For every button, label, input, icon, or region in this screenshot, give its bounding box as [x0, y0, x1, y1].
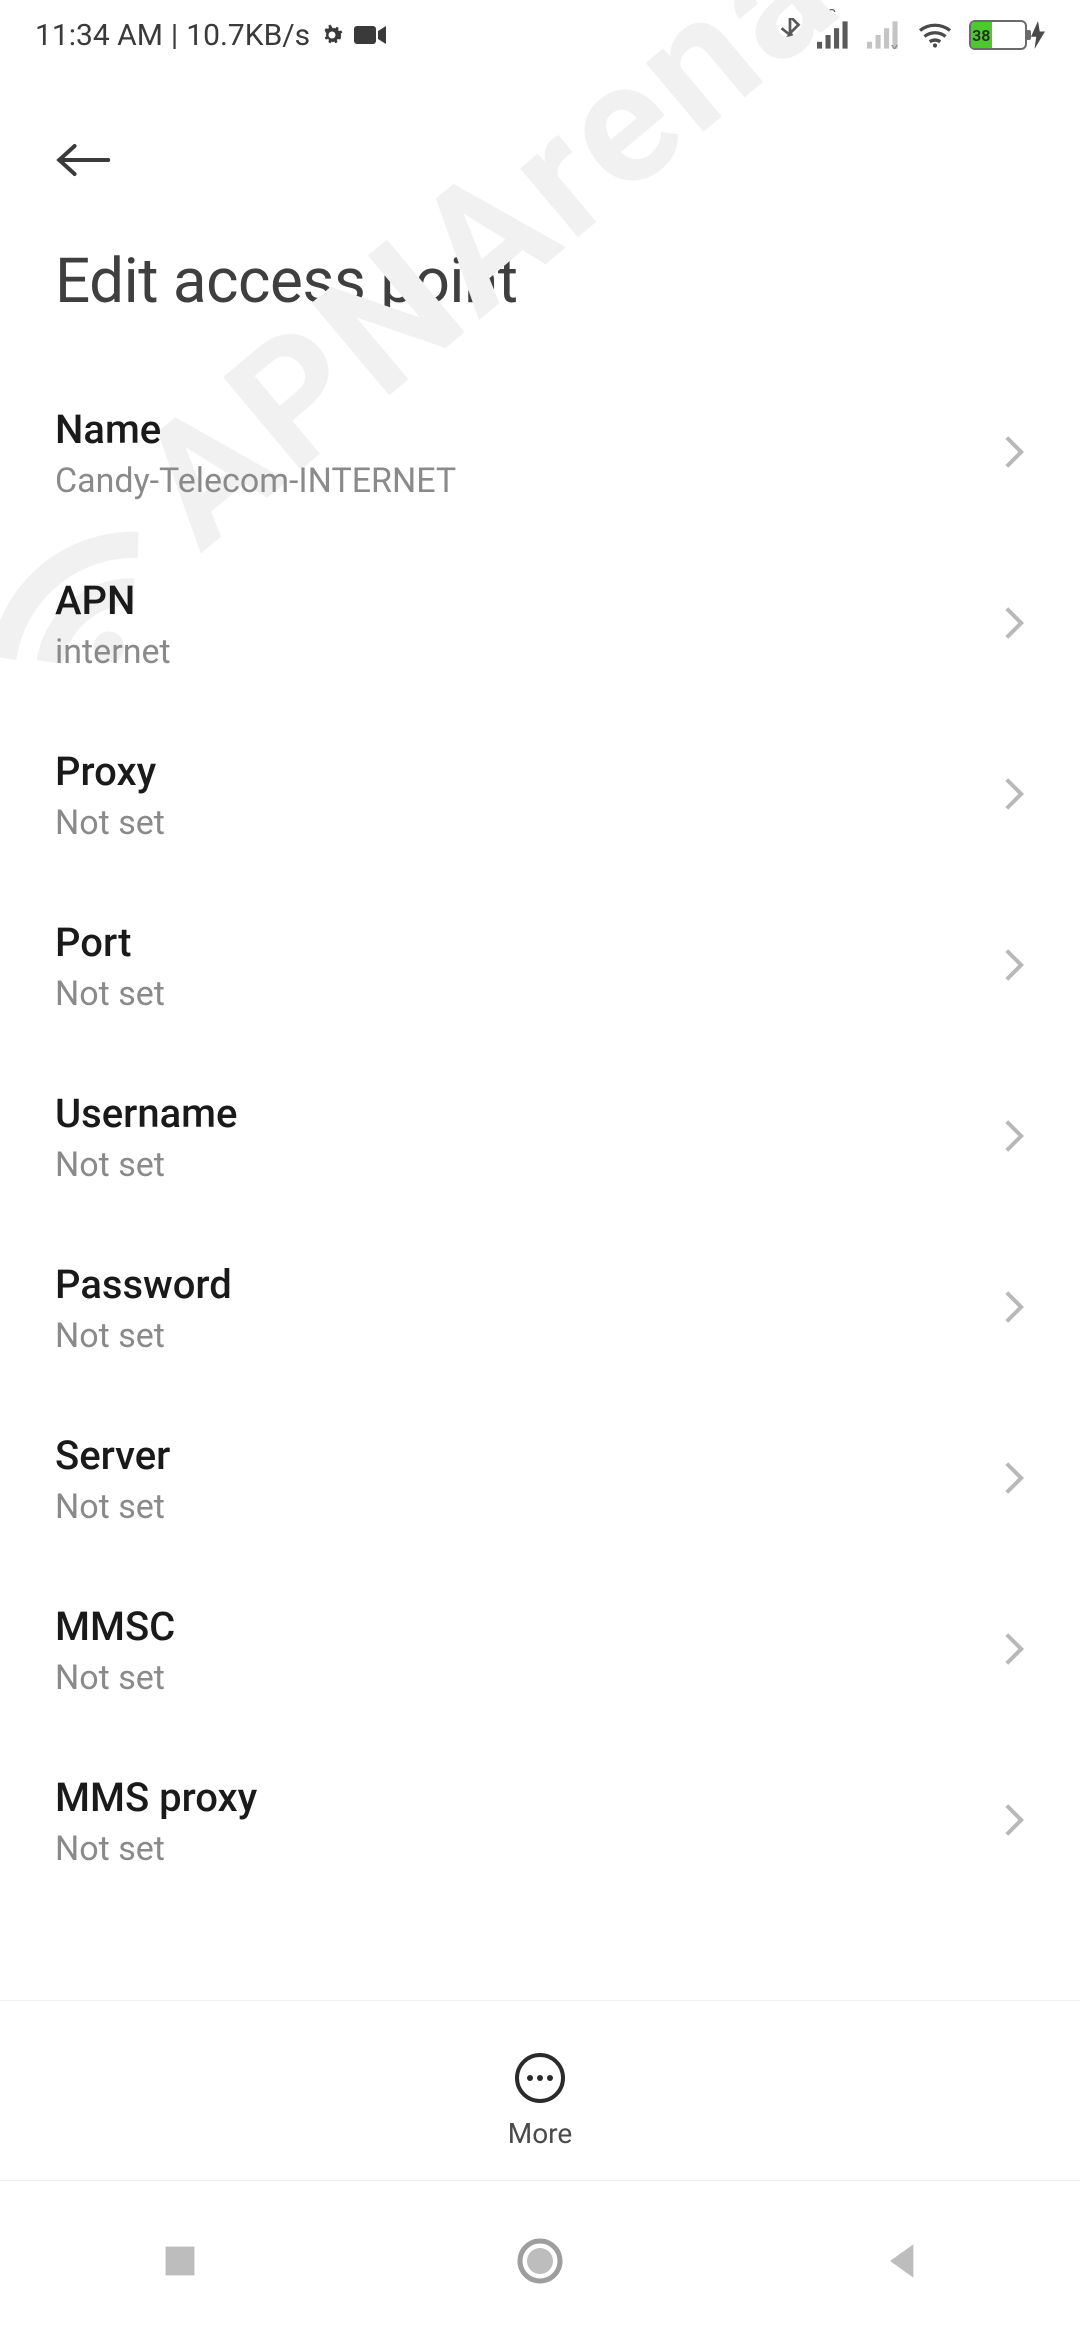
- row-value: Not set: [55, 1145, 237, 1185]
- row-title: APN: [55, 577, 171, 624]
- row-value: Not set: [55, 974, 165, 1014]
- chevron-right-icon: [1003, 434, 1025, 474]
- row-value: Not set: [55, 1829, 257, 1869]
- row-value: Not set: [55, 1658, 175, 1698]
- row-username[interactable]: Username Not set: [0, 1052, 1080, 1223]
- row-mms-proxy[interactable]: MMS proxy Not set: [0, 1736, 1080, 1907]
- gear-icon: [318, 21, 346, 49]
- chevron-right-icon: [1003, 1289, 1025, 1329]
- chevron-right-icon: [1003, 1802, 1025, 1842]
- row-title: Server: [55, 1432, 170, 1479]
- triangle-left-icon: [883, 2241, 917, 2281]
- back-button[interactable]: [55, 130, 115, 190]
- status-right: 4G x 38: [779, 18, 1045, 52]
- row-value: Not set: [55, 1487, 170, 1527]
- row-value: Not set: [55, 803, 165, 843]
- signal2-icon: x: [867, 21, 901, 49]
- bolt-icon: [1031, 21, 1045, 49]
- signal1-icon: 4G: [817, 21, 851, 49]
- chevron-right-icon: [1003, 1460, 1025, 1500]
- nav-home-button[interactable]: [510, 2231, 570, 2291]
- row-title: Password: [55, 1261, 232, 1308]
- row-value: Candy-Telecom-INTERNET: [55, 461, 456, 501]
- more-icon: [515, 2053, 565, 2103]
- camera-icon: [354, 23, 386, 47]
- app-bar: [0, 70, 1080, 200]
- settings-list: Name Candy-Telecom-INTERNET APN internet…: [0, 358, 1080, 1917]
- wifi-icon: [917, 21, 953, 49]
- row-port[interactable]: Port Not set: [0, 881, 1080, 1052]
- chevron-right-icon: [1003, 947, 1025, 987]
- status-bar: 11:34 AM | 10.7KB/s 4G x 38: [0, 0, 1080, 70]
- nav-back-button[interactable]: [870, 2231, 930, 2291]
- row-mmsc[interactable]: MMSC Not set: [0, 1565, 1080, 1736]
- square-icon: [162, 2243, 198, 2279]
- more-label: More: [508, 2117, 573, 2150]
- status-time: 11:34 AM: [35, 18, 163, 53]
- content: APNArena Name Candy-Telecom-INTERNET APN…: [0, 358, 1080, 1917]
- row-title: Proxy: [55, 748, 165, 795]
- svg-text:x: x: [891, 40, 899, 49]
- status-left: 11:34 AM | 10.7KB/s: [35, 18, 386, 53]
- row-title: Name: [55, 406, 456, 453]
- chevron-right-icon: [1003, 1118, 1025, 1158]
- row-name[interactable]: Name Candy-Telecom-INTERNET: [0, 368, 1080, 539]
- page-title: Edit access point: [0, 200, 1080, 358]
- row-value: Not set: [55, 1316, 232, 1356]
- row-password[interactable]: Password Not set: [0, 1223, 1080, 1394]
- row-value: internet: [55, 632, 171, 672]
- more-button[interactable]: More: [508, 2053, 573, 2150]
- chevron-right-icon: [1003, 605, 1025, 645]
- nav-recents-button[interactable]: [150, 2231, 210, 2291]
- row-apn[interactable]: APN internet: [0, 539, 1080, 710]
- network-badge: 4G: [819, 7, 836, 23]
- row-title: MMS proxy: [55, 1774, 257, 1821]
- circle-icon: [516, 2237, 564, 2285]
- chevron-right-icon: [1003, 776, 1025, 816]
- row-title: Port: [55, 919, 165, 966]
- battery-pct: 38: [971, 22, 992, 48]
- bottom-action-bar: More: [0, 2000, 1080, 2180]
- row-title: MMSC: [55, 1603, 175, 1650]
- row-server[interactable]: Server Not set: [0, 1394, 1080, 1565]
- battery-indicator: 38: [969, 20, 1045, 50]
- row-title: Username: [55, 1090, 237, 1137]
- row-proxy[interactable]: Proxy Not set: [0, 710, 1080, 881]
- arrow-left-icon: [55, 140, 111, 180]
- status-sep: |: [171, 18, 178, 53]
- bluetooth-icon: [779, 18, 801, 52]
- chevron-right-icon: [1003, 1631, 1025, 1671]
- status-speed: 10.7KB/s: [186, 18, 310, 53]
- system-nav-bar: [0, 2180, 1080, 2340]
